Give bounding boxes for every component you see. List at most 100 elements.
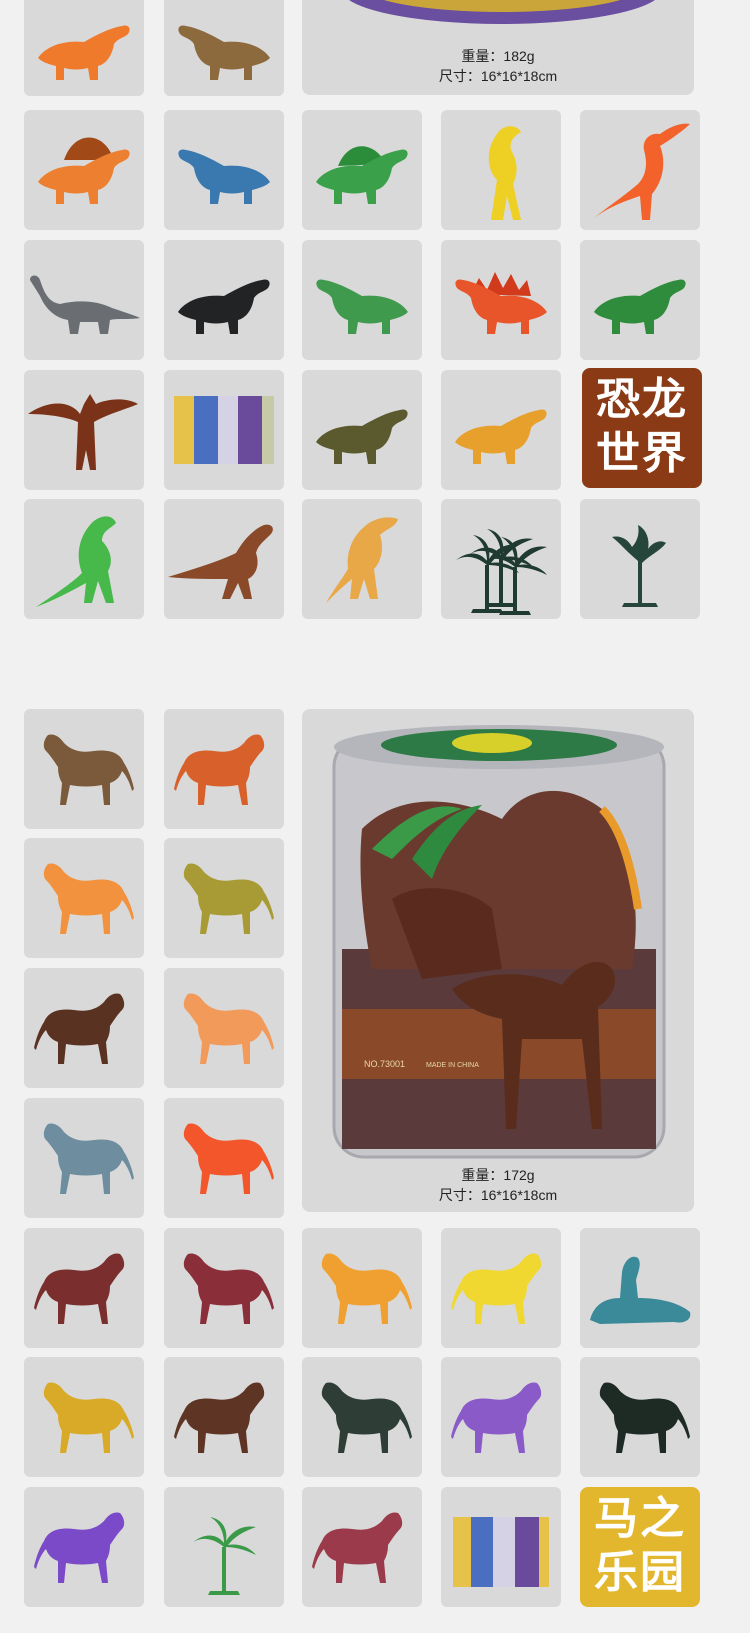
bucket-origin-text: MADE IN CHINA	[426, 1062, 479, 1069]
yellow-horse-image	[451, 1253, 542, 1324]
product-tile-brown-ankylosaur	[164, 0, 284, 96]
dinosaur-size-text: 尺寸：16*16*18cm	[438, 68, 558, 84]
product-tile-orange-dinosaur-2	[441, 370, 561, 490]
product-tile-blue-triceratops	[164, 110, 284, 230]
product-tile-orange-red-horse	[164, 1098, 284, 1218]
orange-horse-3-image	[321, 1253, 412, 1324]
tan-dinosaur-image	[326, 517, 398, 603]
product-tile-paper-backdrop	[164, 370, 284, 490]
horse-bucket-image: NO.73001 MADE IN CHINA	[332, 725, 666, 1159]
product-tile-orange-horse-2	[24, 838, 144, 958]
green-tyrannosaur-image	[594, 279, 686, 334]
orange-parasaurolophus-image	[594, 123, 690, 220]
product-tile-yellow-horse-2	[24, 1357, 144, 1477]
dark-brown-horse-image	[34, 993, 125, 1064]
product-tile-palm-tree	[164, 1487, 284, 1607]
black-dinosaur-image	[178, 279, 270, 334]
product-tile-red-stegosaurus	[441, 240, 561, 360]
product-tile-maroon-horse	[24, 1228, 144, 1348]
product-tile-dark-brown-horse	[24, 968, 144, 1088]
product-tile-yellow-horse	[441, 1228, 561, 1348]
product-tile-green-dimetrodon	[302, 110, 422, 230]
brown-horse-image	[43, 734, 134, 805]
product-tile-brown-horse	[24, 709, 144, 829]
product-tile-palm-trees	[441, 499, 561, 619]
product-tile-green-trex	[24, 499, 144, 619]
horse-title-line-2: 乐园	[594, 1547, 686, 1598]
product-tile-brown-velociraptor	[164, 499, 284, 619]
product-tile-orange-horse-3	[302, 1228, 422, 1348]
maroon-horse-image	[34, 1253, 125, 1324]
green-dimetrodon-image	[316, 146, 408, 204]
orange-dinosaur-2-image	[455, 409, 547, 464]
product-tile-brown-pterodactyl	[24, 370, 144, 490]
dinosaur-title-line-2: 世界	[596, 428, 688, 479]
dark-green-horse-image	[321, 1382, 412, 1453]
brown-ankylosaur-image	[178, 25, 270, 80]
product-tile-black-dinosaur	[164, 240, 284, 360]
purple-horse-2-image	[34, 1512, 125, 1583]
product-tile-orange-dimetrodon	[24, 110, 144, 230]
product-tile-tan-dinosaur	[302, 499, 422, 619]
product-tile-orange-parasaurolophus	[580, 110, 700, 230]
palm-tree-2-image	[192, 1517, 256, 1595]
palm-tree-image	[455, 529, 547, 615]
orange-pony-image	[183, 993, 274, 1064]
gray-brachiosaurus-image	[30, 275, 140, 334]
product-tile-olive-dinosaur	[302, 370, 422, 490]
yellow-horse-2-image	[43, 1382, 134, 1453]
maroon-horse-2-image	[183, 1253, 274, 1324]
bucket-model-number: NO.73001	[364, 1059, 405, 1069]
orange-horse-2-image	[43, 863, 134, 934]
product-tile-orange-pony	[164, 968, 284, 1088]
blue-triceratops-image	[178, 149, 270, 204]
yellow-parasaurolophus-image	[488, 126, 521, 220]
product-tile-maroon-horse-3	[302, 1487, 422, 1607]
lying-blue-horse-image	[590, 1256, 691, 1324]
orange-dimetrodon-image	[38, 137, 130, 204]
orange-red-horse-image	[183, 1123, 274, 1194]
horse-paradise-title-badge: 马之 乐园	[580, 1487, 700, 1607]
product-tile-dark-green-horse	[302, 1357, 422, 1477]
product-tile-orange-dinosaur	[24, 0, 144, 96]
product-tile-paper-backdrop-2	[441, 1487, 561, 1607]
purple-horse-image	[451, 1382, 542, 1453]
product-tile-blue-gray-horse	[24, 1098, 144, 1218]
product-tile-green-raptor	[302, 240, 422, 360]
red-stegosaurus-image	[455, 272, 547, 334]
paper-backdrop-2-image	[453, 1517, 549, 1587]
product-tile-gray-brachiosaurus	[24, 240, 144, 360]
maroon-horse-3-image	[312, 1512, 403, 1583]
product-tile-purple-horse	[441, 1357, 561, 1477]
brown-pterodactyl-image	[28, 394, 138, 470]
dinosaur-world-title-badge: 恐龙 世界	[582, 368, 702, 488]
olive-horse-image	[183, 863, 274, 934]
product-tile-maroon-horse-2	[164, 1228, 284, 1348]
product-tile-brown-horse-2	[164, 1357, 284, 1477]
product-tile-lying-blue-horse	[580, 1228, 700, 1348]
black-horse-image	[599, 1382, 690, 1453]
brown-horse-2-image	[174, 1382, 265, 1453]
green-raptor-image	[316, 279, 408, 334]
orange-dinosaur-image	[38, 25, 130, 80]
horse-set-info-panel: NO.73001 MADE IN CHINA 重量：172g 尺寸：16*16*…	[302, 709, 694, 1212]
olive-dinosaur-image	[316, 409, 408, 464]
horse-weight-text: 重量：172g	[461, 1167, 535, 1183]
green-trex-image	[36, 516, 116, 607]
product-tile-yellow-parasaurolophus	[441, 110, 561, 230]
paper-backdrop-image	[174, 396, 274, 464]
product-tile-olive-horse	[164, 838, 284, 958]
product-tile-orange-horse	[164, 709, 284, 829]
orange-horse-image	[174, 734, 265, 805]
horse-title-line-1: 马之	[594, 1493, 686, 1544]
dinosaur-weight-text: 重量：182g	[461, 48, 535, 64]
blue-gray-horse-image	[43, 1123, 134, 1194]
dinosaur-set-info-panel: 重量：182g 尺寸：16*16*18cm	[302, 0, 694, 95]
product-tile-green-tyrannosaur	[580, 240, 700, 360]
product-tile-black-horse	[580, 1357, 700, 1477]
dinosaur-title-line-1: 恐龙	[596, 374, 688, 425]
tree-image	[612, 525, 666, 607]
product-tile-purple-horse-2	[24, 1487, 144, 1607]
brown-velociraptor-image	[168, 524, 273, 599]
product-tile-tree	[580, 499, 700, 619]
